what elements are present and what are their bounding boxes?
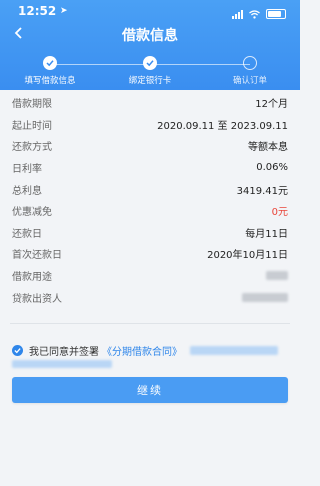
detail-label: 起止时间 [12, 120, 52, 132]
detail-label: 优惠减免 [12, 207, 52, 219]
detail-row-discount: 优惠减免 0元 [0, 200, 300, 222]
detail-row-lender: 贷款出资人 [0, 286, 300, 308]
detail-row-repay-method: 还款方式 等额本息 [0, 135, 300, 157]
agreement-row[interactable]: 我已同意并签署 《分期借款合同》 [12, 343, 288, 358]
battery-icon [266, 8, 286, 19]
redacted-link [190, 346, 278, 355]
detail-label: 还款日 [12, 228, 42, 240]
continue-button[interactable]: 继续 [12, 377, 288, 403]
detail-value: 0元 [271, 207, 288, 219]
detail-value: 每月11日 [245, 228, 288, 240]
app-header: 12:52 ➤ 借款信息 填写借款信息 绑定银行卡 确认订单 [0, 0, 300, 90]
step-label: 绑定银行卡 [128, 76, 172, 86]
system-indicators [232, 4, 286, 23]
loan-details: 借款期限 12个月 起止时间 2020.09.11 至 2023.09.11 还… [0, 92, 300, 308]
step-label: 填写借款信息 [24, 76, 76, 86]
redacted-value [266, 271, 288, 281]
detail-row-term: 借款期限 12个月 [0, 92, 300, 114]
pending-step-icon [243, 56, 257, 70]
redacted-link-line2 [12, 360, 112, 368]
wifi-icon [249, 4, 260, 23]
status-time: 12:52 [18, 4, 57, 18]
page-title: 借款信息 [122, 28, 178, 44]
step-fill-info: 填写借款信息 [0, 56, 100, 86]
agreement-text: 我已同意并签署 [29, 347, 99, 358]
step-bind-card: 绑定银行卡 [100, 56, 200, 86]
detail-value: 等额本息 [248, 142, 288, 154]
detail-row-first-repay: 首次还款日 2020年10月11日 [0, 243, 300, 265]
detail-value: 0.06% [256, 162, 288, 174]
detail-row-purpose: 借款用途 [0, 265, 300, 287]
detail-row-repay-day: 还款日 每月11日 [0, 222, 300, 244]
signal-icon [232, 9, 243, 19]
detail-value: 3419.41元 [236, 185, 288, 197]
detail-label: 总利息 [12, 185, 42, 197]
detail-label: 日利率 [12, 164, 42, 176]
detail-label: 借款用途 [12, 272, 52, 284]
location-arrow-icon: ➤ [60, 6, 68, 16]
detail-row-daily-rate: 日利率 0.06% [0, 157, 300, 179]
check-icon [143, 56, 157, 70]
detail-value: 2020年10月11日 [207, 250, 288, 262]
detail-label: 还款方式 [12, 142, 52, 154]
detail-label: 借款期限 [12, 99, 52, 111]
status-bar: 12:52 ➤ [0, 0, 300, 22]
detail-row-period: 起止时间 2020.09.11 至 2023.09.11 [0, 114, 300, 136]
detail-value: 2020.09.11 至 2023.09.11 [157, 120, 288, 132]
divider [10, 323, 290, 324]
detail-label: 首次还款日 [12, 250, 62, 262]
step-confirm-order: 确认订单 [200, 56, 300, 86]
redacted-value [242, 292, 288, 302]
check-icon [43, 56, 57, 70]
detail-value: 12个月 [255, 99, 288, 111]
progress-steps: 填写借款信息 绑定银行卡 确认订单 [0, 56, 300, 86]
contract-link[interactable]: 《分期借款合同》 [102, 343, 182, 358]
step-label: 确认订单 [232, 76, 267, 86]
checkbox-checked-icon[interactable] [12, 345, 23, 356]
nav-bar: 借款信息 [0, 22, 300, 46]
detail-label: 贷款出资人 [12, 293, 62, 305]
detail-row-total-interest: 总利息 3419.41元 [0, 178, 300, 200]
